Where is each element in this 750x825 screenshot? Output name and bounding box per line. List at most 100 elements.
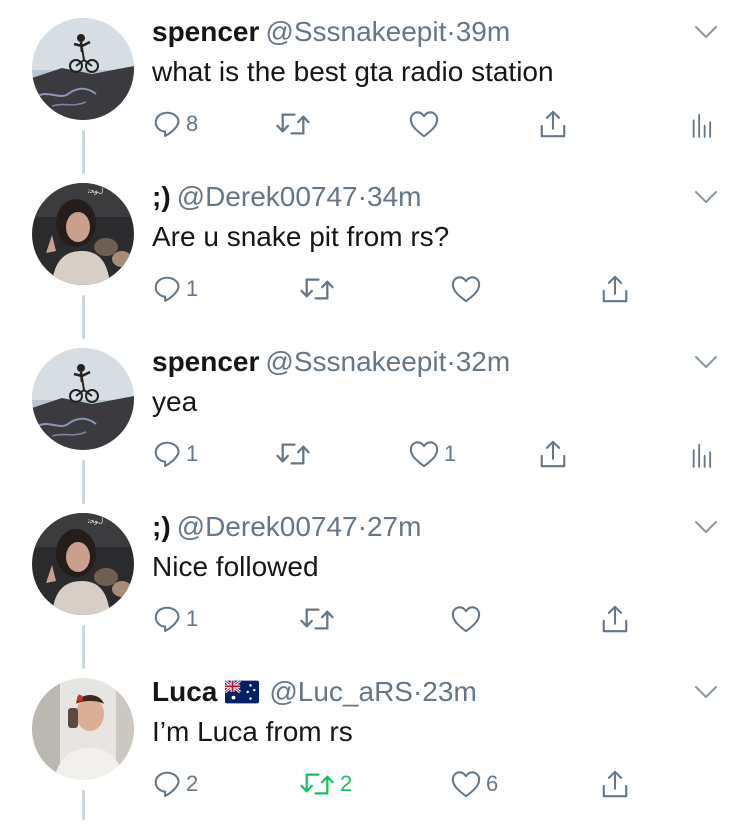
reply-button[interactable]: 1 [152, 269, 198, 309]
chevron-down-icon[interactable] [694, 519, 718, 535]
heart-icon [450, 769, 482, 799]
tweet-header: ;) @Derek00747·27m [152, 507, 421, 547]
tweet-text: Nice followed [152, 551, 319, 582]
retweet-icon [298, 769, 336, 799]
tweet-text: what is the best gta radio station [152, 56, 554, 87]
timestamp[interactable]: 23m [422, 676, 476, 707]
separator-dot: · [357, 181, 367, 212]
tweet-text: Are u snake pit from rs? [152, 221, 450, 252]
reply-icon [152, 439, 182, 469]
tweet-header: ;) @Derek00747·34m [152, 177, 421, 217]
reply-count: 1 [186, 441, 199, 466]
retweet-button[interactable] [274, 434, 312, 474]
avatar[interactable] [32, 513, 134, 615]
separator-dot: · [357, 511, 367, 542]
separator-dot: · [446, 346, 456, 377]
tweet[interactable]: ;) @Derek00747·34m Are u snake pit from r… [0, 165, 750, 330]
tweet-actions: 2 2 6 [152, 764, 732, 804]
separator-dot: · [412, 676, 423, 707]
tweet[interactable]: Luca @Luc_aRS·23m I’m Luca from rs 2 2 6 [0, 660, 750, 825]
reply-button[interactable]: 8 [152, 104, 198, 144]
share-button[interactable] [600, 764, 630, 804]
display-name[interactable]: Luca [152, 676, 217, 707]
reply-count: 2 [186, 771, 199, 796]
tweet-actions: 1 [152, 269, 732, 309]
reply-icon [152, 604, 182, 634]
tweet[interactable]: spencer @Sssnakeepit·32m yea 1 1 [0, 330, 750, 495]
reply-count: 8 [186, 111, 199, 136]
retweet-button[interactable] [298, 269, 336, 309]
reply-button[interactable]: 2 [152, 764, 198, 804]
chevron-down-icon[interactable] [694, 189, 718, 205]
bmx-rider-avatar-image [32, 18, 134, 120]
chevron-down-icon[interactable] [694, 354, 718, 370]
analytics-button[interactable] [690, 104, 712, 144]
retweet-icon [298, 274, 336, 304]
chevron-down-icon[interactable] [694, 684, 718, 700]
user-handle[interactable]: @Sssnakeepit [265, 346, 446, 377]
user-handle[interactable]: @Derek00747 [177, 511, 358, 542]
share-button[interactable] [600, 599, 630, 639]
like-count: 1 [444, 441, 457, 466]
display-name[interactable]: spencer [152, 346, 259, 377]
share-button[interactable] [538, 104, 568, 144]
reply-count: 1 [186, 606, 199, 631]
retweet-icon [274, 439, 312, 469]
timestamp[interactable]: 27m [367, 511, 421, 542]
user-handle[interactable]: @Luc_aRS [269, 676, 413, 707]
like-button[interactable]: 6 [450, 764, 498, 804]
analytics-icon [690, 109, 712, 139]
reply-icon [152, 274, 182, 304]
display-name[interactable]: spencer [152, 16, 259, 47]
share-button[interactable] [538, 434, 568, 474]
tweet-header: Luca @Luc_aRS·23m [152, 672, 477, 712]
share-icon [538, 438, 568, 470]
timestamp[interactable]: 39m [456, 16, 510, 47]
share-button[interactable] [600, 269, 630, 309]
heart-icon [450, 274, 482, 304]
share-icon [600, 603, 630, 635]
like-button[interactable] [408, 104, 440, 144]
retweet-button[interactable] [298, 599, 336, 639]
like-button[interactable]: 1 [408, 434, 456, 474]
tweet-header: spencer @Sssnakeepit·32m [152, 342, 510, 382]
tweet-actions: 1 1 [152, 434, 732, 474]
reply-count: 1 [186, 276, 199, 301]
tweet-actions: 1 [152, 599, 732, 639]
bmx-rider-avatar-image [32, 348, 134, 450]
australia-flag-icon [225, 680, 259, 704]
analytics-button[interactable] [690, 434, 712, 474]
like-count: 6 [486, 771, 499, 796]
share-icon [600, 273, 630, 305]
selfie-avatar-image [32, 513, 134, 615]
avatar[interactable] [32, 18, 134, 120]
user-handle[interactable]: @Derek00747 [177, 181, 358, 212]
retweet-icon [274, 109, 312, 139]
timestamp[interactable]: 34m [367, 181, 421, 212]
reply-button[interactable]: 1 [152, 434, 198, 474]
retweet-icon [298, 604, 336, 634]
phone-call-avatar-image [32, 678, 134, 780]
tweet-header: spencer @Sssnakeepit·39m [152, 12, 510, 52]
like-button[interactable] [450, 269, 482, 309]
retweet-button[interactable]: 2 [298, 764, 352, 804]
selfie-avatar-image [32, 183, 134, 285]
avatar[interactable] [32, 348, 134, 450]
tweet[interactable]: ;) @Derek00747·27m Nice followed 1 [0, 495, 750, 660]
avatar[interactable] [32, 678, 134, 780]
user-handle[interactable]: @Sssnakeepit [265, 16, 446, 47]
avatar[interactable] [32, 183, 134, 285]
retweet-button[interactable] [274, 104, 312, 144]
display-name[interactable]: ;) [152, 181, 171, 212]
tweet[interactable]: spencer @Sssnakeepit·39m what is the best… [0, 0, 750, 165]
timestamp[interactable]: 32m [456, 346, 510, 377]
like-button[interactable] [450, 599, 482, 639]
display-name[interactable]: ;) [152, 511, 171, 542]
reply-button[interactable]: 1 [152, 599, 198, 639]
tweet-text: I’m Luca from rs [152, 716, 353, 747]
analytics-icon [690, 439, 712, 469]
tweet-text: yea [152, 386, 198, 417]
chevron-down-icon[interactable] [694, 24, 718, 40]
tweet-actions: 8 [152, 104, 732, 144]
heart-icon [408, 439, 440, 469]
